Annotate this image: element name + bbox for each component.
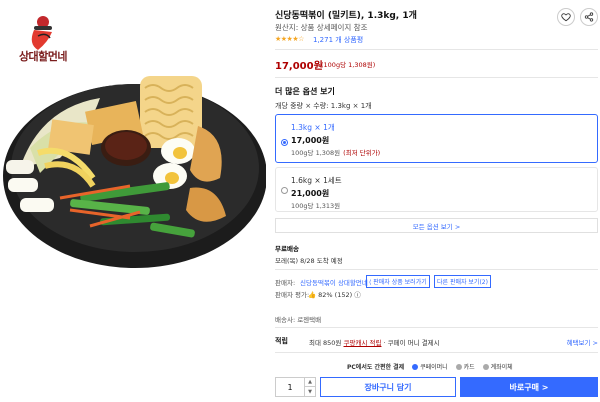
reward-label: 적립 (275, 337, 288, 345)
reward-amount: 최대 850원 (309, 339, 342, 347)
share-button[interactable] (580, 8, 598, 26)
pay-method: 쿠페이머니 (420, 364, 448, 371)
quantity-value[interactable]: 1 (276, 378, 304, 396)
reward-text: 최대 850원 쿠팡캐시 적립 · 쿠페이 머니 결제시 (309, 337, 440, 347)
product-info-panel: 신당동떡볶이 (밀키트), 1.3kg, 1개 원산지: 상품 상세페이지 참조… (275, 0, 600, 402)
option-radio[interactable] (281, 187, 288, 194)
review-count-link[interactable]: 1,271 개 상품평 (313, 35, 363, 45)
option-card-selected[interactable]: 1.3kg × 1개 17,000원 100g당 1,308원 (최저 단위가) (275, 114, 598, 163)
buy-now-button[interactable]: 바로구매 > (460, 377, 598, 397)
seller-rating-label: 판매자 평가: (275, 291, 310, 299)
lowest-unit-badge: (최저 단위가) (343, 149, 381, 157)
option-price: 21,000원 (291, 189, 330, 198)
product-title: 신당동떡볶이 (밀키트), 1.3kg, 1개 (275, 11, 417, 21)
seller-rating-value: 👍 82% (152) ⓘ (308, 291, 361, 299)
carrier-info: 배송사: 로젠택배 (275, 316, 322, 324)
coupay-icon (412, 364, 419, 370)
quantity-increase-button[interactable]: ▲ (304, 378, 315, 387)
product-price: 17,000원 (275, 61, 323, 72)
heart-icon (561, 13, 571, 22)
product-image-area: 상대할먼네 (0, 0, 268, 402)
more-options-heading: 더 많은 옵션 보기 (275, 87, 335, 96)
rating-stars: ★★★★☆ (275, 35, 304, 43)
option-unit-price: 100g당 1,313원 (291, 202, 341, 210)
view-all-options-button[interactable]: 모든 옵션 보기 > (275, 218, 598, 233)
wishlist-button[interactable] (557, 8, 575, 26)
seller-products-link[interactable]: ⟨ 판매자 상품 보러가기 (366, 275, 430, 288)
option-price: 17,000원 (291, 136, 330, 145)
option-name: 1.6kg × 1세트 (291, 176, 342, 185)
quantity-stepper[interactable]: 1 ▲ ▼ (275, 377, 316, 397)
add-to-cart-button[interactable]: 장바구니 담기 (320, 377, 456, 397)
reward-row: 적립 최대 850원 쿠팡캐시 적립 · 쿠페이 머니 결제시 혜택보기 > (275, 332, 598, 350)
easy-pay-label: PC에서도 간편한 결제 (347, 364, 405, 371)
pay-method: 카드 (463, 364, 475, 371)
quantity-decrease-button[interactable]: ▼ (304, 387, 315, 396)
tteokbokki-dish-image (0, 48, 267, 278)
divider (275, 49, 598, 50)
brand-logo-text: 상대할먼네 (18, 50, 68, 63)
brand-logo: 상대할먼네 (8, 12, 78, 74)
reward-condition: · 쿠페이 머니 결제시 (383, 339, 440, 347)
divider (275, 77, 598, 78)
divider (275, 327, 598, 328)
option-name: 1.3kg × 1개 (291, 123, 335, 132)
option-radio-selected[interactable] (281, 139, 288, 146)
unit-price: (100g당 1,308원) (321, 61, 376, 69)
pay-method: 계좌이체 (490, 364, 513, 371)
option-unit-price: 100g당 1,308원 (최저 단위가) (291, 147, 380, 157)
option-unit-value: 100g당 1,308원 (291, 149, 341, 157)
card-icon (455, 364, 462, 370)
bank-icon (482, 364, 489, 370)
option-card[interactable]: 1.6kg × 1세트 21,000원 100g당 1,313원 (275, 167, 598, 212)
divider (275, 269, 598, 270)
coupang-cash-link[interactable]: 쿠팡캐시 적립 (344, 339, 382, 347)
easy-pay-row: PC에서도 간편한 결제 쿠페이머니 카드 계좌이체 (347, 362, 513, 371)
divider (275, 352, 598, 353)
other-sellers-link[interactable]: 다른 판매자 보기(2) (434, 275, 491, 288)
product-origin: 원산지: 상품 상세페이지 참조 (275, 23, 368, 32)
benefits-link[interactable]: 혜택보기 > (567, 337, 598, 347)
share-icon (584, 12, 594, 22)
delivery-eta: 모레(목) 8/28 도착 예정 (275, 257, 343, 265)
free-shipping-label: 무료배송 (275, 245, 299, 253)
option-summary: 개당 중량 × 수량: 1.3kg × 1개 (275, 102, 372, 110)
seller-label: 판매자: (275, 279, 296, 287)
seller-products-link-label: 판매자 상품 보러가기 (373, 279, 427, 286)
seller-name-link[interactable]: 신당동떡볶이 상대할먼네 (300, 277, 368, 287)
